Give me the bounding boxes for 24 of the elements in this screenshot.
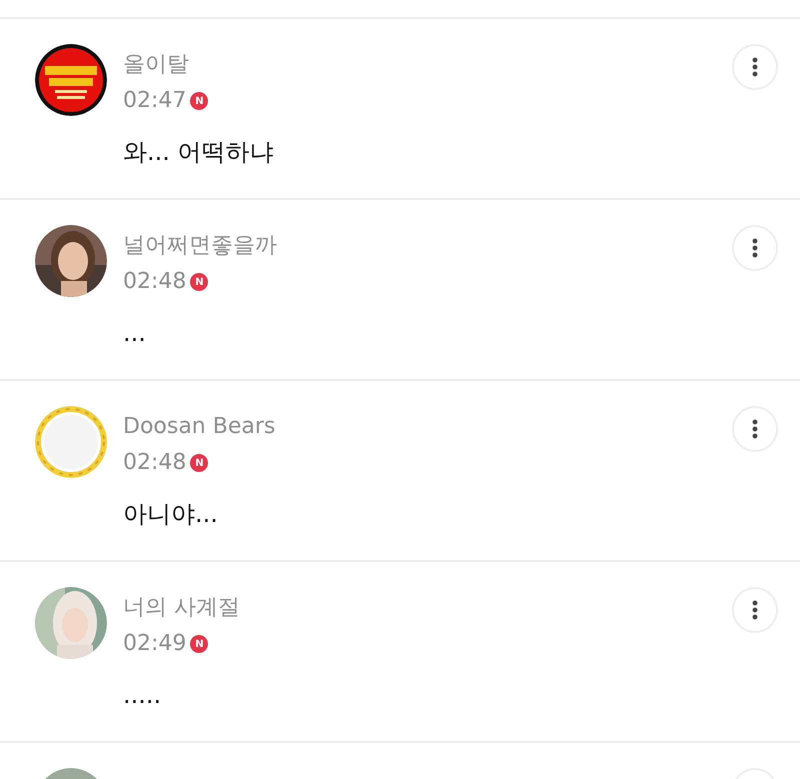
- comment-time: 02:48: [123, 449, 186, 477]
- author-name[interactable]: 너의 사계절: [123, 593, 716, 623]
- comment-text: ...: [123, 318, 147, 349]
- comment-time: 02:48: [123, 268, 186, 296]
- comment-text: 와... 어떡하냐: [123, 137, 275, 168]
- author-name[interactable]: Doosan Bears: [123, 412, 716, 442]
- more-icon: [752, 57, 758, 77]
- new-badge: N: [190, 454, 208, 472]
- more-button[interactable]: [732, 225, 778, 271]
- author-name[interactable]: 널어쩌면좋을까: [123, 231, 716, 261]
- comment-text: 아니야...: [123, 499, 219, 530]
- comment-time: 02:49: [123, 630, 186, 658]
- new-badge: N: [190, 92, 208, 110]
- more-icon: [752, 238, 758, 258]
- new-badge: N: [190, 273, 208, 291]
- author-name[interactable]: 올이탈: [123, 50, 716, 80]
- comment-time: 02:47: [123, 87, 186, 115]
- more-button[interactable]: [732, 406, 778, 452]
- more-button[interactable]: [732, 44, 778, 90]
- comment-text: .....: [123, 680, 162, 711]
- more-icon: [752, 600, 758, 620]
- more-icon: [752, 419, 758, 439]
- new-badge: N: [190, 635, 208, 653]
- more-button[interactable]: [732, 587, 778, 633]
